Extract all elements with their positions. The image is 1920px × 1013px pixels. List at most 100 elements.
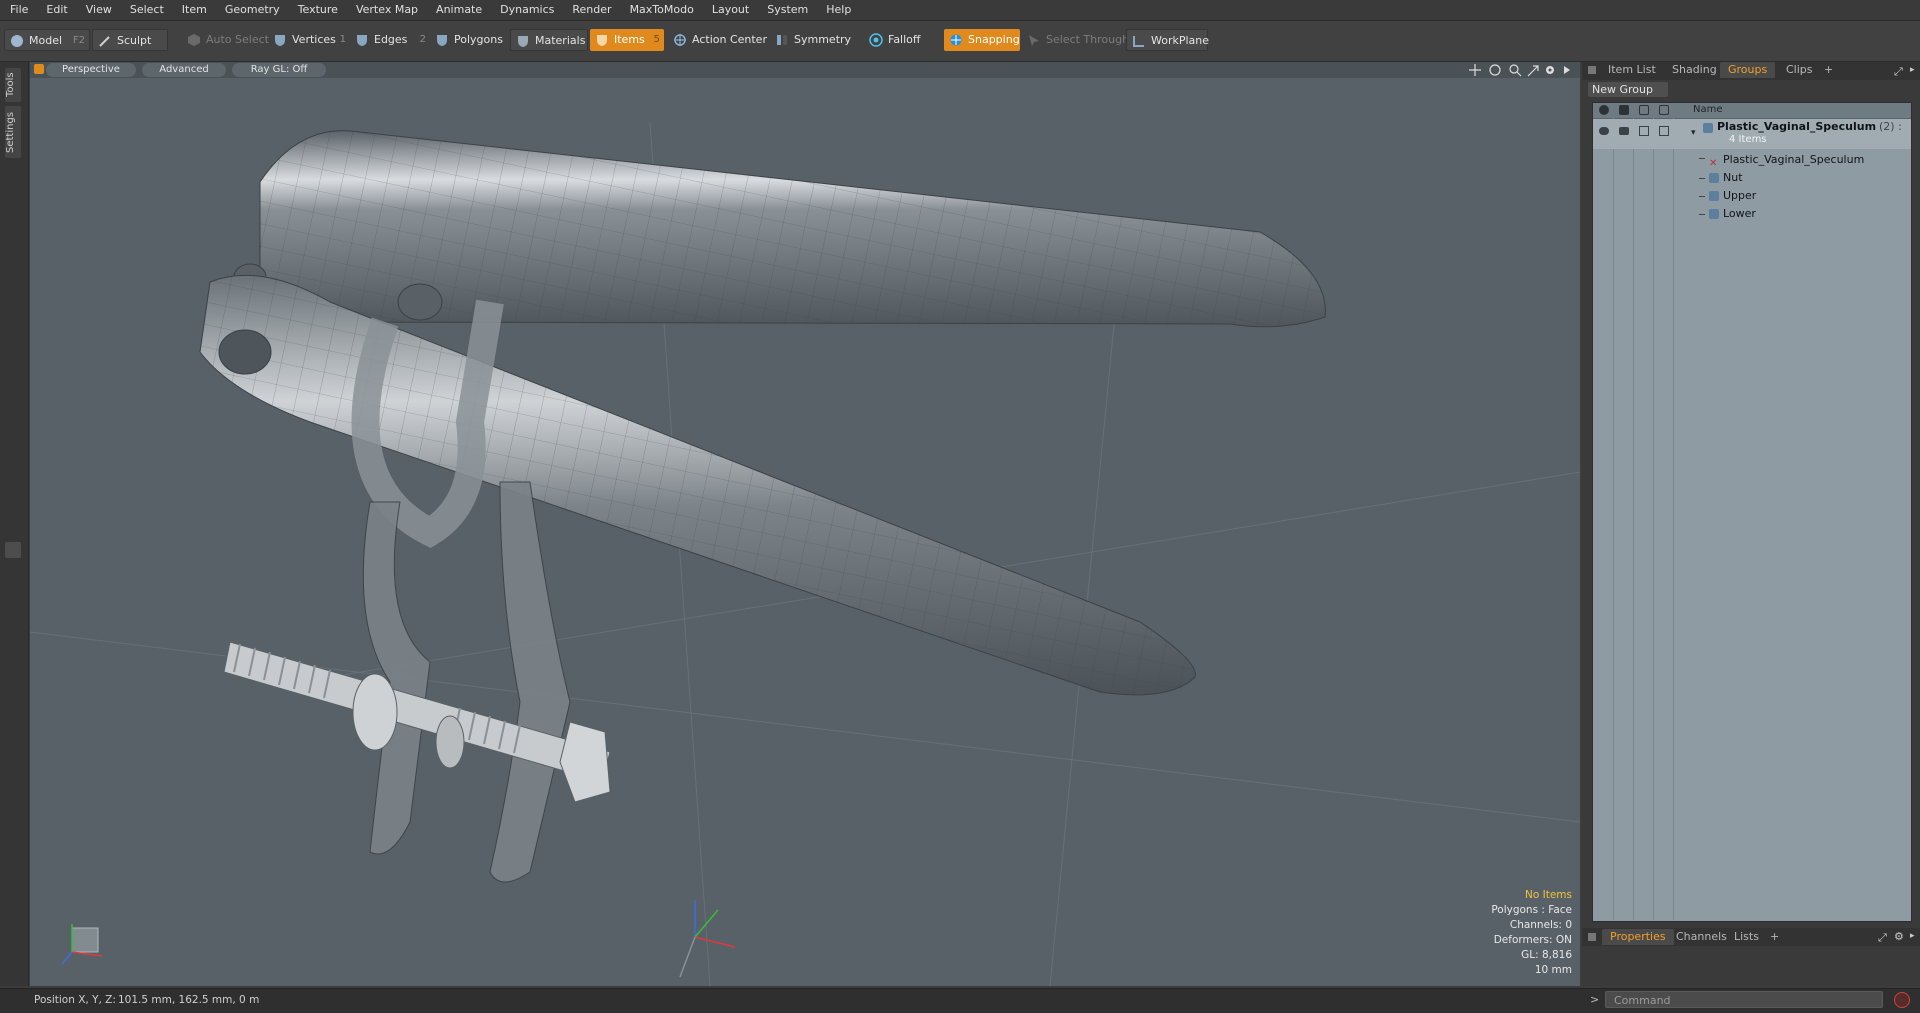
list-item[interactable]: Lower bbox=[1593, 205, 1911, 223]
materials-button[interactable]: Materials bbox=[510, 29, 588, 51]
group-count: (2) : bbox=[1879, 120, 1902, 133]
snapping-button[interactable]: Snapping bbox=[944, 29, 1020, 51]
menu-edit[interactable]: Edit bbox=[36, 0, 75, 20]
tab-clips[interactable]: Clips bbox=[1778, 62, 1821, 78]
name-column-header[interactable]: Name bbox=[1693, 104, 1723, 115]
tab-properties[interactable]: Properties bbox=[1602, 929, 1674, 945]
hud-scale: 10 mm bbox=[1534, 964, 1572, 976]
list-item[interactable]: ✕ Plastic_Vaginal_Speculum bbox=[1593, 151, 1911, 169]
command-input[interactable]: Command bbox=[1605, 991, 1883, 1008]
vertices-button[interactable]: Vertices 1 bbox=[268, 29, 350, 51]
add-tab-button[interactable]: + bbox=[1816, 62, 1841, 78]
menu-maxtomodo[interactable]: MaxToModo bbox=[620, 0, 702, 20]
materials-shield-icon bbox=[518, 36, 528, 47]
menu-dynamics[interactable]: Dynamics bbox=[490, 0, 562, 20]
render-toggle-icon[interactable] bbox=[1619, 127, 1629, 135]
select-toggle-icon[interactable] bbox=[1659, 126, 1669, 136]
child-name: Plastic_Vaginal_Speculum bbox=[1723, 153, 1865, 166]
groups-list[interactable]: Name ▾ Plastic_Vaginal_Speculum (2) : 4 … bbox=[1592, 102, 1912, 922]
add-bottom-tab-button[interactable]: + bbox=[1762, 929, 1787, 945]
items-shield-icon bbox=[597, 35, 607, 46]
menu-layout[interactable]: Layout bbox=[702, 0, 757, 20]
action-center-button[interactable]: Action Center bbox=[668, 29, 768, 51]
expand-arrow-icon[interactable]: ▾ bbox=[1691, 124, 1696, 142]
tab-shading[interactable]: Shading bbox=[1664, 62, 1725, 78]
handles bbox=[362, 481, 571, 883]
menu-render[interactable]: Render bbox=[562, 0, 619, 20]
upper-blade bbox=[233, 130, 1326, 328]
bottom-panel-arrow-icon[interactable]: ▸ bbox=[1910, 931, 1915, 941]
lower-blade bbox=[199, 274, 1196, 696]
tab-item-list[interactable]: Item List bbox=[1600, 62, 1664, 78]
collapse-handle[interactable] bbox=[5, 542, 21, 558]
panel-arrow-icon[interactable]: ▸ bbox=[1910, 65, 1915, 75]
symmetry-button[interactable]: Symmetry bbox=[770, 29, 851, 51]
tree-connector bbox=[1699, 214, 1705, 215]
menu-select[interactable]: Select bbox=[120, 0, 172, 20]
tree-connector bbox=[1699, 196, 1705, 197]
tab-tools[interactable]: Tools bbox=[5, 68, 21, 102]
tab-groups[interactable]: Groups bbox=[1720, 62, 1776, 78]
menu-view[interactable]: View bbox=[76, 0, 120, 20]
maximize-panel-icon[interactable]: ⤢ bbox=[1894, 65, 1903, 79]
menu-vertex-map[interactable]: Vertex Map bbox=[346, 0, 426, 20]
render-column-icon[interactable] bbox=[1619, 105, 1629, 115]
panel-menu-icon[interactable] bbox=[1588, 66, 1596, 74]
crosshair-icon bbox=[674, 34, 686, 46]
tab-settings[interactable]: Settings bbox=[5, 106, 21, 158]
select-column-icon[interactable] bbox=[1659, 105, 1669, 115]
shading-dropdown[interactable]: Advanced bbox=[142, 63, 226, 77]
position-label: Position X, Y, Z: bbox=[34, 994, 116, 1006]
select-through-button[interactable]: Select Through bbox=[1022, 29, 1129, 51]
main-toolbar: Model F2 Sculpt Auto Select Vertices 1 E… bbox=[0, 21, 1920, 62]
auto-select-button[interactable]: Auto Select bbox=[182, 29, 269, 51]
viewport-nav-icons[interactable] bbox=[1468, 63, 1578, 77]
group-row[interactable]: ▾ Plastic_Vaginal_Speculum (2) : 4 Items bbox=[1593, 119, 1911, 149]
tab-lists[interactable]: Lists bbox=[1726, 929, 1767, 945]
list-item[interactable]: Upper bbox=[1593, 187, 1911, 205]
lock-toggle-icon[interactable] bbox=[1639, 126, 1649, 136]
polygons-button[interactable]: Polygons bbox=[430, 29, 506, 51]
viewport-scene bbox=[30, 121, 1580, 986]
menu-item[interactable]: Item bbox=[172, 0, 215, 20]
edges-shield-icon bbox=[357, 35, 367, 46]
view-mode-dropdown[interactable]: Perspective bbox=[46, 63, 136, 77]
menu-help[interactable]: Help bbox=[816, 0, 859, 20]
eye-column-icon[interactable] bbox=[1599, 105, 1609, 115]
group-icon bbox=[1703, 123, 1713, 133]
left-tab-strip: Tools Settings bbox=[0, 62, 29, 986]
bottom-settings-gear-icon[interactable]: ⚙ bbox=[1894, 930, 1904, 943]
edges-button[interactable]: Edges 2 bbox=[350, 29, 430, 51]
model-mode-button[interactable]: Model F2 bbox=[4, 29, 90, 51]
command-history-icon[interactable] bbox=[1894, 992, 1910, 1008]
hud-deformers: Deformers: ON bbox=[1493, 934, 1572, 946]
tab-channels[interactable]: Channels bbox=[1668, 929, 1735, 945]
viewport-menu-icon[interactable] bbox=[34, 64, 44, 74]
menu-system[interactable]: System bbox=[757, 0, 816, 20]
group-items-count: 4 Items bbox=[1729, 134, 1767, 145]
hud-selection: No Items bbox=[1525, 889, 1572, 901]
menu-animate[interactable]: Animate bbox=[426, 0, 490, 20]
workplane-button[interactable]: WorkPlane bbox=[1126, 29, 1209, 51]
bottom-tab-bar: Properties Channels Lists + ⤢ ⚙ ▸ bbox=[1582, 928, 1920, 946]
sphere-icon bbox=[11, 35, 23, 47]
lock-column-icon[interactable] bbox=[1639, 105, 1649, 115]
3d-viewport[interactable]: Perspective Advanced Ray GL: Off No Item… bbox=[30, 62, 1580, 986]
list-item[interactable]: Nut bbox=[1593, 169, 1911, 187]
menu-texture[interactable]: Texture bbox=[288, 0, 346, 20]
maximize-bottom-panel-icon[interactable]: ⤢ bbox=[1878, 931, 1887, 945]
symmetry-icon bbox=[777, 35, 787, 45]
mesh-icon bbox=[1709, 191, 1719, 201]
viewport-header: Perspective Advanced Ray GL: Off bbox=[30, 62, 1580, 78]
new-group-button[interactable]: New Group bbox=[1588, 82, 1668, 97]
menu-geometry[interactable]: Geometry bbox=[215, 0, 288, 20]
visibility-eye-icon[interactable] bbox=[1599, 127, 1609, 135]
raygl-dropdown[interactable]: Ray GL: Off bbox=[232, 63, 326, 77]
sculpt-mode-button[interactable]: Sculpt bbox=[92, 29, 168, 51]
bottom-panel-menu-icon[interactable] bbox=[1588, 933, 1596, 941]
top-tab-bar: Item List Shading Groups Clips + ⤢ ▸ bbox=[1582, 62, 1920, 80]
falloff-button[interactable]: Falloff bbox=[864, 29, 938, 51]
items-button[interactable]: Items 5 bbox=[590, 29, 664, 51]
menu-file[interactable]: File bbox=[0, 0, 36, 20]
world-axis-gizmo bbox=[679, 900, 736, 978]
